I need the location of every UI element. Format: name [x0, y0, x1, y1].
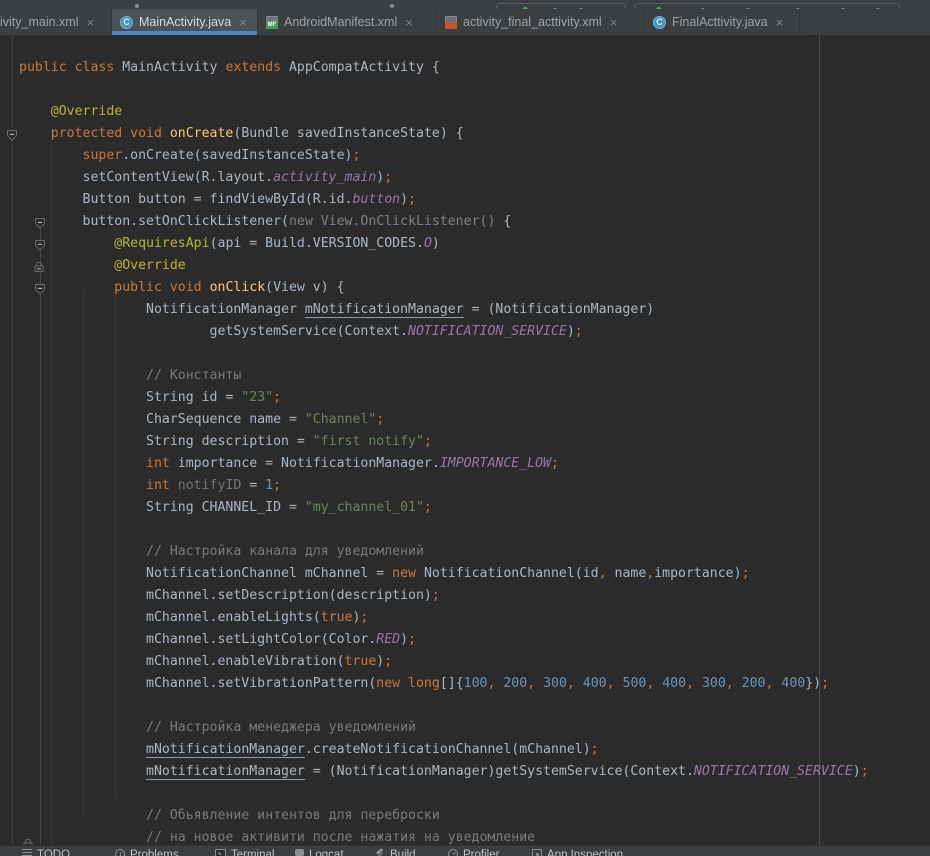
tab-label: ivity_main.xml — [0, 15, 79, 29]
fold-collapse-icon[interactable] — [6, 128, 18, 140]
fold-collapse-icon[interactable] — [34, 238, 46, 250]
code-line: button.setOnClickListener(new View.OnCli… — [19, 211, 869, 233]
xml-file-icon — [445, 16, 457, 29]
code-line: Button button = findViewById(R.id.button… — [19, 189, 869, 211]
tool-window-bar: TODOProblemsTerminalLogcatBuildProfilerA… — [0, 845, 930, 856]
fold-collapse-icon[interactable] — [34, 282, 46, 294]
code-line: getSystemService(Context.NOTIFICATION_SE… — [19, 321, 869, 343]
code-line: mNotificationManager = (NotificationMana… — [19, 761, 869, 783]
code-line: setContentView(R.layout.activity_main); — [19, 167, 869, 189]
code-line: // Обьявление интентов для переброски — [19, 805, 869, 827]
code-line: protected void onCreate(Bundle savedInst… — [19, 123, 869, 145]
tab-label: AndroidManifest.xml — [284, 15, 397, 29]
code-line: CharSequence name = "Channel"; — [19, 409, 869, 431]
close-tab-icon[interactable]: × — [239, 16, 247, 29]
close-tab-icon[interactable]: × — [405, 16, 413, 29]
code-line: public void onClick(View v) { — [19, 277, 869, 299]
tab-MainActivity.java[interactable]: C MainActivity.java × — [112, 9, 258, 35]
tab-label: activity_final_acttivity.xml — [463, 15, 602, 29]
code-line: // Настройка менеджера уведомлений — [19, 717, 869, 739]
tab-label: FinalActtivity.java — [672, 15, 768, 29]
fold-collapse-icon[interactable] — [22, 837, 34, 845]
code-line: mChannel.setVibrationPattern(new long[]{… — [19, 673, 869, 695]
tab-ivity_main.xml[interactable]: ivity_main.xml × — [0, 9, 112, 35]
code-line — [19, 783, 869, 805]
toolbar-dot — [390, 4, 394, 8]
code-line: String description = "first notify"; — [19, 431, 869, 453]
code-line — [19, 519, 869, 541]
close-tab-icon[interactable]: × — [610, 16, 618, 29]
fold-collapse-icon[interactable] — [34, 216, 46, 228]
code-editor[interactable]: public class MainActivity extends AppCom… — [0, 35, 930, 845]
tab-activity_final_acttivity.xml[interactable]: activity_final_acttivity.xml × — [437, 9, 645, 35]
tab-AndroidManifest.xml[interactable]: MF AndroidManifest.xml × — [258, 9, 437, 35]
code-line — [19, 343, 869, 365]
code-lines: public class MainActivity extends AppCom… — [0, 35, 869, 845]
code-line: mChannel.enableLights(true); — [19, 607, 869, 629]
code-line: super.onCreate(savedInstanceState); — [19, 145, 869, 167]
code-line: NotificationManager mNotificationManager… — [19, 299, 869, 321]
code-line: mChannel.setDescription(description); — [19, 585, 869, 607]
close-tab-icon[interactable]: × — [87, 16, 95, 29]
code-line: String CHANNEL_ID = "my_channel_01"; — [19, 497, 869, 519]
close-tab-icon[interactable]: × — [776, 16, 784, 29]
code-line: public class MainActivity extends AppCom… — [19, 57, 869, 79]
code-line: mNotificationManager.createNotificationC… — [19, 739, 869, 761]
code-line: @Override — [19, 101, 869, 123]
code-line: mChannel.enableVibration(true); — [19, 651, 869, 673]
code-line: // Константы — [19, 365, 869, 387]
tab-FinalActtivity.java[interactable]: C FinalActtivity.java × — [645, 9, 800, 35]
code-line — [19, 695, 869, 717]
java-class-icon: C — [653, 16, 666, 29]
code-line: int importance = NotificationManager.IMP… — [19, 453, 869, 475]
code-line: mChannel.setLightColor(Color.RED); — [19, 629, 869, 651]
manifest-file-icon: MF — [266, 16, 278, 29]
editor-tab-bar: ivity_main.xml × C MainActivity.java × MF Andr… — [0, 9, 930, 35]
toolbar-dot — [135, 4, 139, 8]
code-line: // на новое активити после нажатия на ув… — [19, 827, 869, 845]
code-line: @RequiresApi(api = Build.VERSION_CODES.O… — [19, 233, 869, 255]
code-line — [19, 79, 869, 101]
fold-lock-icon[interactable] — [33, 260, 45, 272]
tab-label: MainActivity.java — [139, 15, 231, 29]
code-line: NotificationChannel mChannel = new Notif… — [19, 563, 869, 585]
java-class-icon: C — [120, 16, 133, 29]
code-line: int notifyID = 1; — [19, 475, 869, 497]
code-line: @Override — [19, 255, 869, 277]
android-studio-window: { "colors": { "editor_bg": "#2b2b2b", "b… — [0, 0, 930, 855]
code-line: String id = "23"; — [19, 387, 869, 409]
code-line: // Настройка канала для уведомлений — [19, 541, 869, 563]
